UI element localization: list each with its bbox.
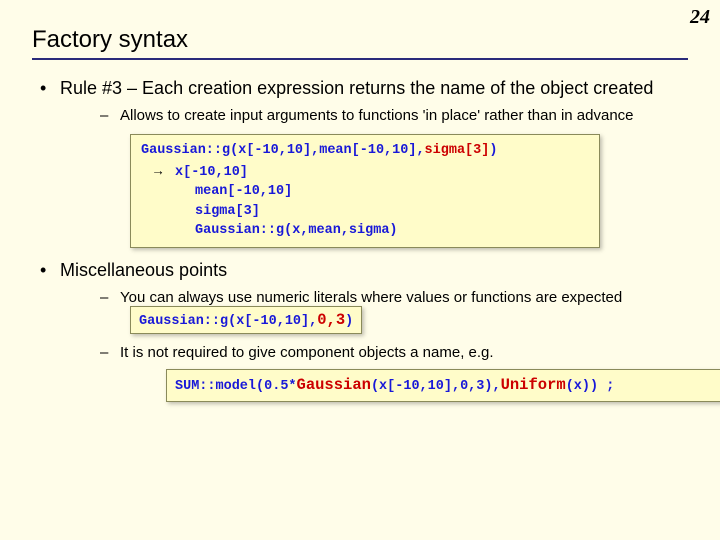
sub-misc-1-text: You can always use numeric literals wher… (120, 289, 622, 306)
bullet-list: Rule #3 – Each creation expression retur… (32, 78, 688, 402)
code-box-2: Gaussian::g(x[-10,10],0,3) (130, 306, 362, 335)
slide-title: Factory syntax (32, 26, 688, 60)
sub-misc-1-wrap: You can always use numeric literals wher… (120, 289, 688, 335)
code-3: mean[-10,10] (141, 182, 589, 202)
code-line-1: Gaussian::g(x[-10,10],mean[-10,10],sigma… (141, 141, 589, 161)
code-b3e: (x)) ; (566, 379, 615, 394)
sub-misc-2-text: It is not required to give component obj… (120, 344, 494, 361)
code-4: sigma[3] (141, 202, 589, 222)
code-b2a: Gaussian::g(x[-10,10], (139, 314, 317, 329)
code-line-2: →x[-10,10] (141, 161, 589, 183)
code-b3c: (x[-10,10],0,3), (371, 379, 501, 394)
bullet-rule3: Rule #3 – Each creation expression retur… (32, 78, 688, 248)
code-box-3: SUM::model(0.5*Gaussian(x[-10,10],0,3),U… (166, 369, 720, 402)
sub-rule3-text: Allows to create input arguments to func… (120, 107, 634, 124)
sub-misc-2: It is not required to give component obj… (90, 344, 688, 402)
code-2: x[-10,10] (175, 165, 248, 180)
sub-rule3: Allows to create input arguments to func… (90, 107, 688, 124)
code-1b: sigma[3] (425, 143, 490, 158)
slide: 24 Factory syntax Rule #3 – Each creatio… (0, 0, 720, 540)
code-5: Gaussian::g(x,mean,sigma) (141, 221, 589, 241)
code-b3d: Uniform (501, 376, 566, 394)
code-box-1: Gaussian::g(x[-10,10],mean[-10,10],sigma… (130, 134, 600, 248)
sub-list-1: Allows to create input arguments to func… (60, 107, 688, 124)
code-b2b: 0,3 (317, 311, 345, 329)
code-b2c: ) (345, 314, 353, 329)
bullet-misc-text: Miscellaneous points (60, 260, 227, 280)
page-number: 24 (690, 6, 710, 29)
sub-list-2: You can always use numeric literals wher… (60, 289, 688, 402)
code-1c: ) (489, 143, 497, 158)
bullet-misc: Miscellaneous points You can always use … (32, 260, 688, 402)
sub-misc-1: You can always use numeric literals wher… (90, 289, 688, 335)
code-1a: Gaussian::g(x[-10,10],mean[-10,10], (141, 143, 425, 158)
code-b3a: SUM::model(0.5* (175, 379, 297, 394)
arrow-icon: → (141, 161, 175, 181)
bullet-rule3-text: Rule #3 – Each creation expression retur… (60, 78, 653, 98)
code-b3b: Gaussian (297, 376, 371, 394)
